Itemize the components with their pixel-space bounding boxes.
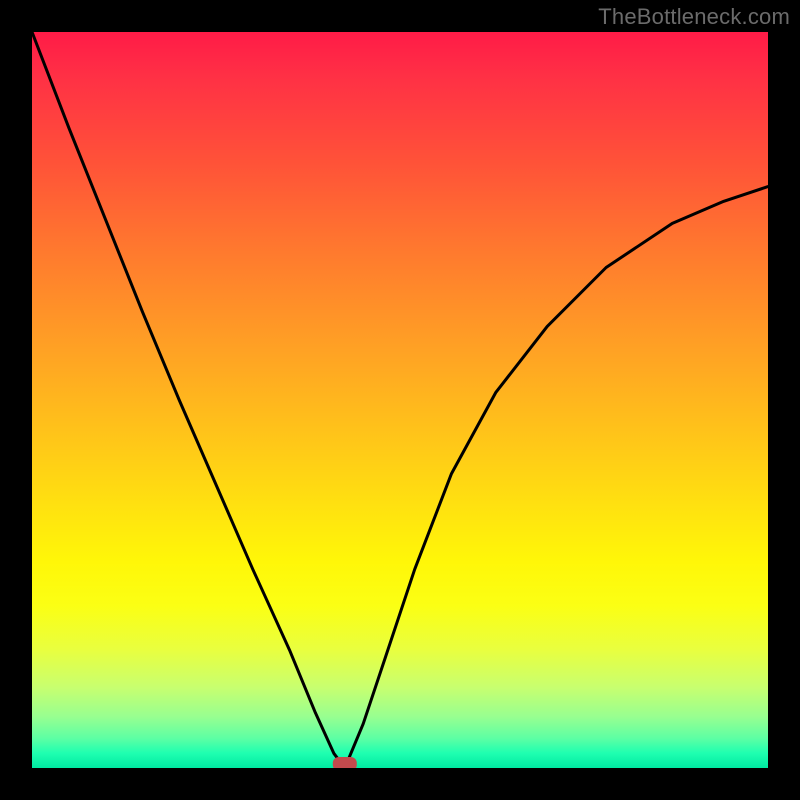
watermark-text: TheBottleneck.com [598,4,790,30]
curve-left-branch [32,32,345,768]
minimum-marker [333,757,357,768]
bottleneck-curve [32,32,768,768]
plot-area [32,32,768,768]
chart-frame: TheBottleneck.com [0,0,800,800]
curve-right-branch [345,187,768,768]
